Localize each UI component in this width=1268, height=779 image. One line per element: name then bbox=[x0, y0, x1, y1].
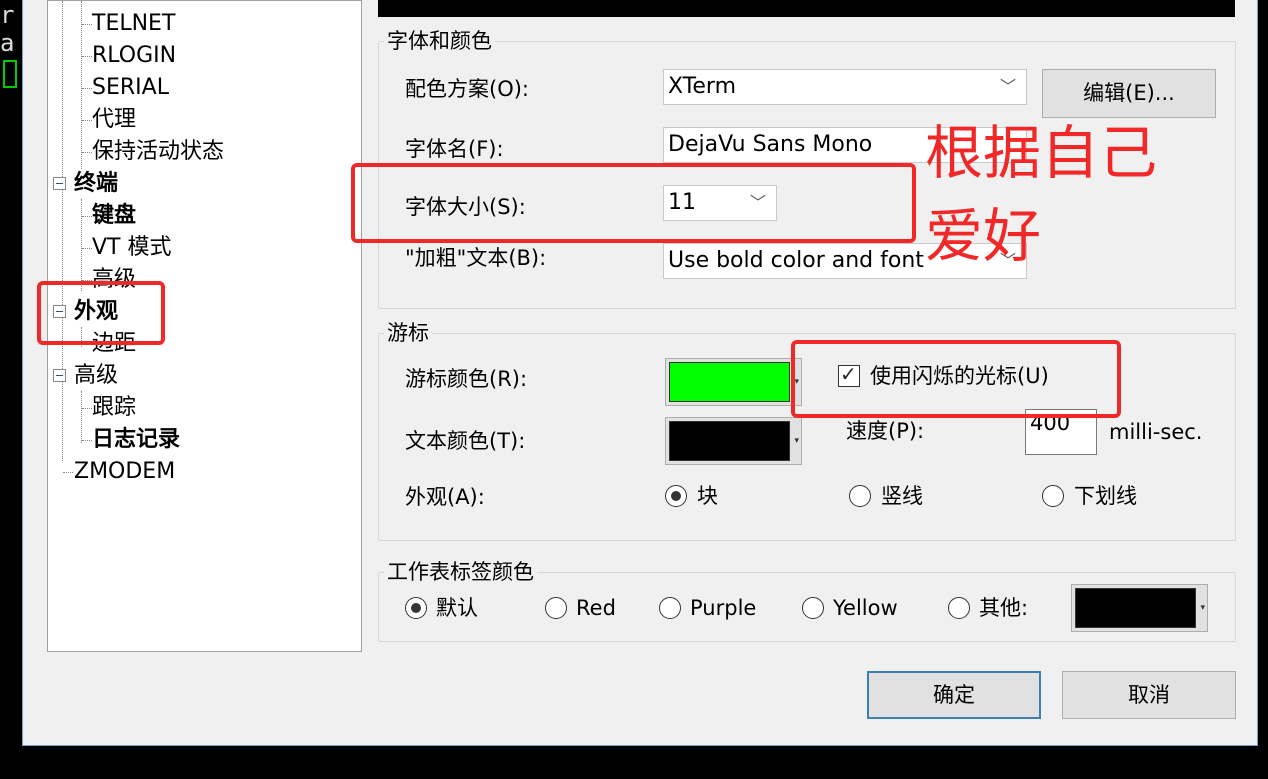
tree-item-terminal[interactable]: 终端 bbox=[74, 169, 118, 199]
shape-block-label[interactable]: 块 bbox=[697, 482, 718, 510]
tree-item-serial[interactable]: SERIAL bbox=[92, 73, 169, 103]
terminal-preview bbox=[378, 0, 1235, 17]
group-title: 工作表标签颜色 bbox=[384, 559, 537, 585]
tree-connector bbox=[82, 120, 92, 121]
tree-connector bbox=[82, 440, 92, 441]
dropdown-arrow-icon: ▾ bbox=[794, 436, 799, 446]
bold-text-label: "加粗"文本(B): bbox=[405, 246, 547, 270]
terminal-text: r bbox=[0, 1, 15, 29]
cursor-shape-label: 外观(A): bbox=[405, 485, 485, 509]
ok-button[interactable]: 确定 bbox=[867, 671, 1041, 719]
tree-connector bbox=[82, 248, 92, 249]
tree-connector bbox=[82, 24, 92, 25]
background-terminal: r a bbox=[0, 0, 24, 779]
cursor-color-swatch bbox=[669, 362, 790, 402]
tree-connector bbox=[82, 408, 92, 409]
tree-item-telnet[interactable]: TELNET bbox=[92, 9, 175, 39]
tab-color-purple-radio[interactable] bbox=[659, 597, 681, 619]
terminal-cursor bbox=[3, 60, 17, 88]
tab-color-other-label[interactable]: 其他: bbox=[979, 594, 1028, 622]
tab-color-red-radio[interactable] bbox=[545, 597, 567, 619]
collapse-icon[interactable] bbox=[53, 369, 66, 382]
tree-item-logging[interactable]: 日志记录 bbox=[92, 425, 180, 455]
tree-connector bbox=[81, 1, 82, 169]
chevron-down-icon: ﹀ bbox=[999, 77, 1016, 96]
color-scheme-label: 配色方案(O): bbox=[405, 77, 529, 101]
terminal-text: a bbox=[0, 29, 15, 57]
cursor-color-picker[interactable]: ▾ bbox=[665, 358, 802, 406]
dropdown-arrow-icon: ▾ bbox=[1200, 603, 1205, 613]
tab-color-red-label[interactable]: Red bbox=[576, 594, 616, 622]
group-title: 字体和颜色 bbox=[384, 28, 495, 54]
tree-connector bbox=[81, 391, 82, 443]
tree-item-zmodem[interactable]: ZMODEM bbox=[74, 457, 175, 487]
tab-color-other-radio[interactable] bbox=[948, 597, 970, 619]
bold-text-value: Use bold color and font bbox=[668, 248, 924, 273]
shape-underline-label[interactable]: 下划线 bbox=[1074, 482, 1137, 510]
tab-color-yellow-label[interactable]: Yellow bbox=[833, 594, 898, 622]
annotation-box-font-size bbox=[351, 163, 916, 243]
color-scheme-select[interactable]: XTerm ﹀ bbox=[663, 69, 1027, 105]
text-color-label: 文本颜色(T): bbox=[405, 429, 526, 453]
text-color-swatch bbox=[669, 421, 790, 461]
tree-connector bbox=[81, 199, 82, 291]
annotation-text: 爱好 bbox=[925, 202, 1042, 270]
tree-item-keyboard[interactable]: 键盘 bbox=[92, 201, 136, 231]
tree-connector bbox=[82, 88, 92, 89]
group-title: 游标 bbox=[384, 320, 432, 346]
collapse-icon[interactable] bbox=[53, 177, 66, 190]
tree-item-rlogin[interactable]: RLOGIN bbox=[92, 41, 176, 71]
tree-item-vt-mode[interactable]: VT 模式 bbox=[92, 233, 171, 263]
edit-scheme-button[interactable]: 编辑(E)... bbox=[1042, 69, 1216, 118]
color-scheme-value: XTerm bbox=[668, 74, 737, 99]
tree-connector bbox=[82, 216, 92, 217]
tab-color-default-radio[interactable] bbox=[405, 597, 427, 619]
tab-color-swatch bbox=[1075, 588, 1196, 628]
blink-speed-unit: milli-sec. bbox=[1109, 420, 1203, 444]
shape-block-radio[interactable] bbox=[665, 485, 687, 507]
font-name-value: DejaVu Sans Mono bbox=[668, 132, 873, 157]
font-name-label: 字体名(F): bbox=[405, 137, 504, 161]
annotation-box-appearance bbox=[37, 281, 165, 345]
tree-item-advanced[interactable]: 高级 bbox=[74, 361, 118, 391]
tree-connector bbox=[82, 152, 92, 153]
tab-color-yellow-radio[interactable] bbox=[802, 597, 824, 619]
tab-color-default-label[interactable]: 默认 bbox=[436, 594, 478, 622]
tree-connector bbox=[62, 1, 63, 461]
shape-underline-radio[interactable] bbox=[1042, 485, 1064, 507]
annotation-box-blink bbox=[791, 340, 1121, 418]
tree-item-proxy[interactable]: 代理 bbox=[92, 105, 136, 135]
blink-speed-label: 速度(P): bbox=[846, 419, 925, 443]
shape-vline-label[interactable]: 竖线 bbox=[881, 482, 923, 510]
tab-color-picker[interactable]: ▾ bbox=[1071, 584, 1208, 632]
tree-item-keepalive[interactable]: 保持活动状态 bbox=[92, 137, 224, 167]
tree-connector bbox=[63, 472, 73, 473]
shape-vline-radio[interactable] bbox=[849, 485, 871, 507]
cancel-button[interactable]: 取消 bbox=[1062, 671, 1236, 719]
tree-item-trace[interactable]: 跟踪 bbox=[92, 393, 136, 423]
annotation-text: 根据自己 bbox=[925, 119, 1158, 187]
tree-connector bbox=[82, 56, 92, 57]
text-color-picker[interactable]: ▾ bbox=[665, 417, 802, 465]
cursor-color-label: 游标颜色(R): bbox=[405, 367, 528, 391]
tab-color-purple-label[interactable]: Purple bbox=[690, 594, 756, 622]
